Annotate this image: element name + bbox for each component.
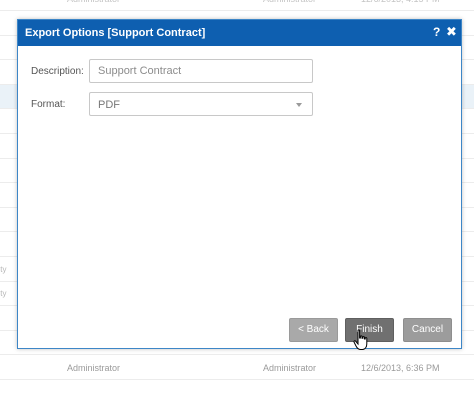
close-icon[interactable]: ✖ [446,24,457,40]
description-field-wrap [89,59,313,83]
row-modified-by: Administrator [263,0,316,4]
description-input[interactable] [90,60,312,82]
format-selected-value: PDF [98,99,120,111]
row-left-cell: nity [0,289,7,299]
cancel-button[interactable]: Cancel [403,318,452,342]
format-label: Format: [31,99,66,110]
table-row[interactable]: Administrator Administrator 12/6/2013, 6:3… [0,356,474,380]
help-icon[interactable]: ? [433,25,440,39]
format-select[interactable]: PDF [89,92,313,116]
row-left-cell: nity [0,264,7,274]
export-options-dialog: Export Options [Support Contract] ? ✖ De… [17,19,462,349]
row-created-by: Administrator [67,363,121,373]
row-date: 12/6/2013, 6:36 PM [361,363,440,373]
back-button[interactable]: < Back [289,318,338,342]
description-label: Description: [31,66,84,77]
dialog-title: Export Options [Support Contract] [25,27,206,39]
row-date: 12/6/2013, 4:15 PM [361,0,440,4]
row-created-by: Administrator [67,0,120,4]
dialog-titlebar: Export Options [Support Contract] ? ✖ [18,20,461,46]
hand-pointer-icon [353,329,368,350]
caret-down-icon [296,103,302,107]
table-row[interactable]: Administrator Administrator 12/6/2013, 4:1… [0,0,474,11]
row-modified-by: Administrator [263,363,317,373]
